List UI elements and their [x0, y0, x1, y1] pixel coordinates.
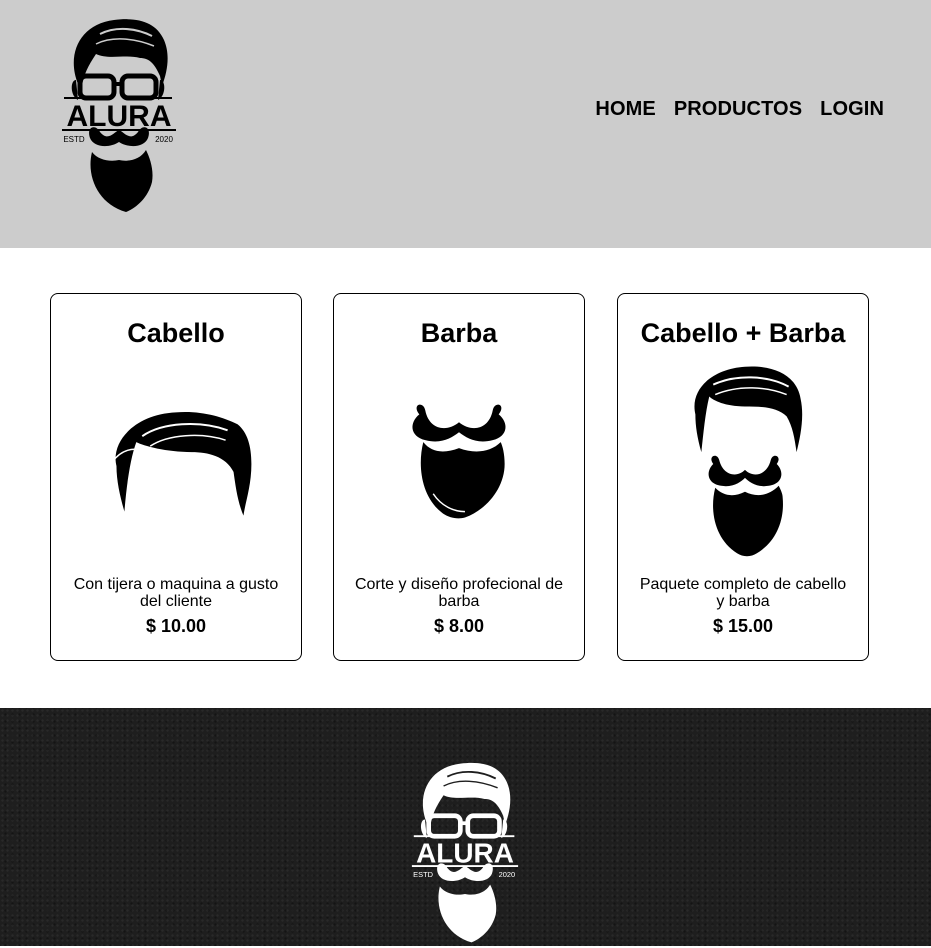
svg-text:ALURA: ALURA: [416, 837, 514, 868]
svg-text:ESTD: ESTD: [413, 870, 433, 879]
alura-logo[interactable]: ALURA ESTD 2020: [56, 14, 182, 218]
site-header: ALURA ESTD 2020 HOME PRODUCTOS LOGIN: [0, 0, 931, 248]
product-card-cabello[interactable]: Cabello Con tijera o maquina a gusto del…: [50, 293, 302, 661]
product-description: Corte y diseño profecional de barba: [354, 576, 564, 610]
beard-icon: [412, 404, 506, 519]
svg-text:2020: 2020: [155, 135, 173, 144]
nav-productos-link[interactable]: PRODUCTOS: [674, 98, 802, 121]
svg-text:ESTD: ESTD: [63, 135, 85, 144]
nav-home-link[interactable]: HOME: [595, 98, 655, 121]
nav-login-link[interactable]: LOGIN: [820, 98, 884, 121]
svg-text:ALURA: ALURA: [67, 100, 172, 133]
product-title: Cabello + Barba: [640, 318, 846, 348]
product-card-barba[interactable]: Barba Corte y diseño profecional de barb…: [333, 293, 585, 661]
main-nav: HOME PRODUCTOS LOGIN: [595, 98, 884, 121]
alura-logo-footer[interactable]: ALURA ESTD 2020: [402, 758, 528, 948]
product-card-cabello-barba[interactable]: Cabello + Barba Paquete completo de cabe…: [617, 293, 869, 661]
hair-and-beard-icon: [694, 366, 803, 557]
product-description: Con tijera o maquina a gusto del cliente: [73, 576, 279, 610]
product-title: Cabello: [127, 318, 225, 348]
site-footer: ALURA ESTD 2020: [0, 708, 931, 946]
product-price: $ 10.00: [145, 616, 207, 636]
product-price: $ 8.00: [433, 616, 485, 636]
products-section: Cabello Con tijera o maquina a gusto del…: [50, 293, 870, 663]
hair-icon: [111, 412, 252, 516]
svg-text:2020: 2020: [499, 870, 516, 879]
product-title: Barba: [420, 318, 498, 348]
product-price: $ 15.00: [712, 616, 774, 636]
product-description: Paquete completo de cabello y barba: [639, 576, 847, 610]
